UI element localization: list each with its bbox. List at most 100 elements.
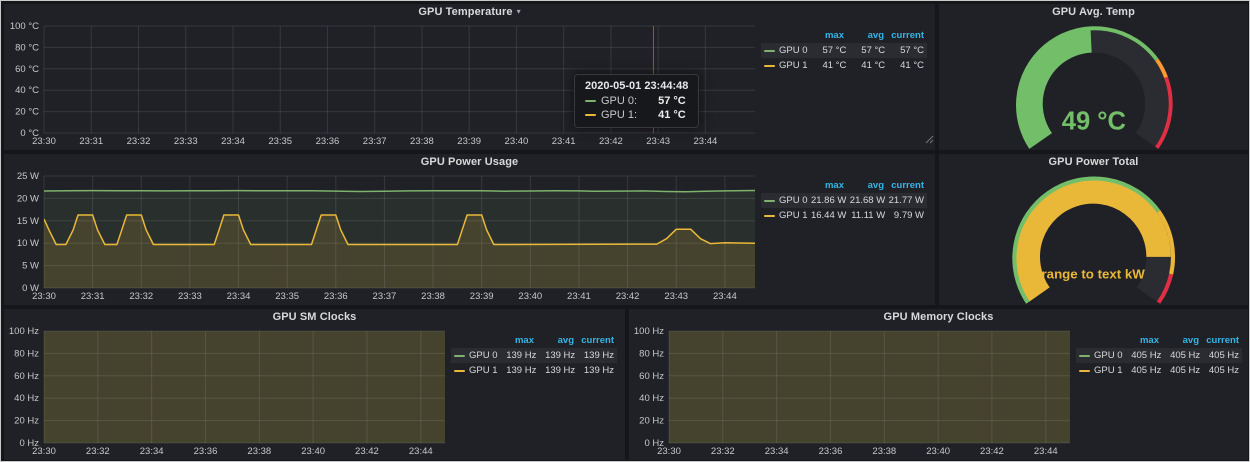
legend-series-toggle[interactable]: GPU 0 bbox=[764, 195, 808, 206]
legend-value: 405 Hz bbox=[1123, 350, 1162, 361]
series-color-dash-icon bbox=[764, 200, 775, 202]
svg-text:10 W: 10 W bbox=[17, 238, 39, 249]
legend-value: 139 Hz bbox=[498, 350, 537, 361]
series-color-dash-icon bbox=[764, 215, 775, 217]
panel-gpu-sm-clocks: GPU SM Clocks 0 Hz20 Hz40 Hz60 Hz80 Hz10… bbox=[4, 309, 625, 460]
svg-text:23:37: 23:37 bbox=[363, 136, 387, 147]
series-color-dash-icon bbox=[764, 65, 775, 67]
tooltip-series-value: 57 °C bbox=[658, 95, 686, 107]
svg-text:23:35: 23:35 bbox=[275, 291, 299, 302]
legend-sort-header-max[interactable]: max bbox=[804, 180, 844, 191]
svg-text:80 Hz: 80 Hz bbox=[639, 348, 664, 359]
panel-gpu-avg-temp: GPU Avg. Temp 49 °C bbox=[939, 4, 1248, 150]
gpu-power-usage-chart[interactable]: 0 W5 W10 W15 W20 W25 W23:3023:3123:3223:… bbox=[6, 171, 761, 304]
chevron-down-icon: ▾ bbox=[517, 8, 521, 16]
legend-sort-header-current[interactable]: current bbox=[884, 30, 924, 41]
legend-sort-header-avg[interactable]: avg bbox=[844, 180, 884, 191]
legend-value: 139 Hz bbox=[536, 350, 575, 361]
legend-value: 9.79 W bbox=[885, 210, 924, 221]
gpu-sm-clocks-legend: maxavgcurrentGPU 0139 Hz139 Hz139 HzGPU … bbox=[451, 325, 619, 460]
svg-text:23:35: 23:35 bbox=[268, 136, 292, 147]
legend-value: 16.44 W bbox=[808, 210, 847, 221]
svg-text:100 Hz: 100 Hz bbox=[634, 326, 664, 337]
svg-text:23:34: 23:34 bbox=[227, 291, 251, 302]
legend-sort-header-current[interactable]: current bbox=[884, 180, 924, 191]
legend-sort-header-max[interactable]: max bbox=[804, 30, 844, 41]
svg-text:23:39: 23:39 bbox=[457, 136, 481, 147]
tooltip-series-value: 41 °C bbox=[658, 109, 686, 121]
legend-header-row: maxavgcurrent bbox=[451, 333, 617, 348]
legend-header-row: maxavgcurrent bbox=[1076, 333, 1242, 348]
svg-text:23:38: 23:38 bbox=[421, 291, 445, 302]
svg-text:23:30: 23:30 bbox=[32, 446, 56, 457]
svg-text:23:44: 23:44 bbox=[409, 446, 433, 457]
legend-sort-header-avg[interactable]: avg bbox=[844, 30, 884, 41]
panel-title-text: GPU Power Total bbox=[1049, 156, 1139, 168]
legend-value: 405 Hz bbox=[1123, 365, 1162, 376]
legend-series-toggle[interactable]: GPU 1 bbox=[1079, 365, 1123, 376]
svg-text:23:32: 23:32 bbox=[127, 136, 151, 147]
legend-value: 57 °C bbox=[846, 45, 885, 56]
legend-series-toggle[interactable]: GPU 0 bbox=[764, 45, 808, 56]
panel-title-gpu-memory-clocks[interactable]: GPU Memory Clocks bbox=[629, 309, 1248, 325]
svg-text:20 °C: 20 °C bbox=[15, 107, 39, 118]
legend-value: 21.86 W bbox=[808, 195, 847, 206]
legend-series-toggle[interactable]: GPU 0 bbox=[1079, 350, 1123, 361]
series-color-dash-icon bbox=[585, 114, 596, 116]
svg-text:23:31: 23:31 bbox=[81, 291, 105, 302]
svg-text:23:38: 23:38 bbox=[872, 446, 896, 457]
panel-title-text: GPU Avg. Temp bbox=[1052, 6, 1135, 18]
gpu-temperature-legend: maxavgcurrentGPU 057 °C57 °C57 °CGPU 141… bbox=[761, 20, 929, 150]
panel-title-text: GPU SM Clocks bbox=[273, 311, 357, 323]
panel-gpu-temperature: GPU Temperature ▾ 0 °C20 °C40 °C60 °C80 … bbox=[4, 4, 935, 150]
svg-text:23:32: 23:32 bbox=[86, 446, 110, 457]
svg-text:23:36: 23:36 bbox=[819, 446, 843, 457]
svg-text:23:36: 23:36 bbox=[324, 291, 348, 302]
panel-gpu-power-usage: GPU Power Usage 0 W5 W10 W15 W20 W25 W23… bbox=[4, 154, 935, 305]
legend-row-gpu-1: GPU 1139 Hz139 Hz139 Hz bbox=[451, 363, 617, 378]
svg-text:80 °C: 80 °C bbox=[15, 42, 39, 53]
legend-sort-header-current[interactable]: current bbox=[574, 335, 614, 346]
legend-value: 41 °C bbox=[846, 60, 885, 71]
legend-series-toggle[interactable]: GPU 1 bbox=[764, 60, 808, 71]
svg-text:23:44: 23:44 bbox=[694, 136, 718, 147]
tooltip-timestamp: 2020-05-01 23:44:48 bbox=[585, 80, 688, 92]
panel-title-gpu-temperature[interactable]: GPU Temperature ▾ bbox=[4, 4, 935, 20]
legend-series-toggle[interactable]: GPU 1 bbox=[764, 210, 808, 221]
svg-text:23:30: 23:30 bbox=[32, 291, 56, 302]
legend-sort-header-avg[interactable]: avg bbox=[1159, 335, 1199, 346]
gpu-sm-clocks-chart[interactable]: 0 Hz20 Hz40 Hz60 Hz80 Hz100 Hz23:3023:32… bbox=[6, 326, 451, 459]
svg-text:23:33: 23:33 bbox=[178, 291, 202, 302]
legend-sort-header-max[interactable]: max bbox=[1119, 335, 1159, 346]
panel-title-gpu-power-usage[interactable]: GPU Power Usage bbox=[4, 154, 935, 170]
legend-series-toggle[interactable]: GPU 0 bbox=[454, 350, 498, 361]
legend-value: 405 Hz bbox=[1200, 365, 1239, 376]
chart-tooltip: 2020-05-01 23:44:48 GPU 0: 57 °C GPU 1: … bbox=[574, 74, 699, 128]
legend-value: 139 Hz bbox=[498, 365, 537, 376]
series-color-dash-icon bbox=[1079, 355, 1090, 357]
legend-series-toggle[interactable]: GPU 1 bbox=[454, 365, 498, 376]
svg-text:23:32: 23:32 bbox=[711, 446, 735, 457]
gpu-avg-temp-gauge: 49 °C bbox=[956, 21, 1232, 151]
legend-row-gpu-0: GPU 057 °C57 °C57 °C bbox=[761, 43, 927, 58]
gpu-memory-clocks-legend: maxavgcurrentGPU 0405 Hz405 Hz405 HzGPU … bbox=[1076, 325, 1244, 460]
svg-text:100 °C: 100 °C bbox=[10, 21, 39, 32]
series-color-dash-icon bbox=[1079, 370, 1090, 372]
panel-title-gpu-power-total[interactable]: GPU Power Total bbox=[939, 154, 1248, 170]
panel-title-gpu-avg-temp[interactable]: GPU Avg. Temp bbox=[939, 4, 1248, 20]
panel-title-gpu-sm-clocks[interactable]: GPU SM Clocks bbox=[4, 309, 625, 325]
svg-text:20 Hz: 20 Hz bbox=[639, 416, 664, 427]
legend-row-gpu-1: GPU 1405 Hz405 Hz405 Hz bbox=[1076, 363, 1242, 378]
legend-sort-header-max[interactable]: max bbox=[494, 335, 534, 346]
legend-value: 41 °C bbox=[885, 60, 924, 71]
panel-gpu-power-total: GPU Power Total range to text kW bbox=[939, 154, 1248, 305]
panel-resize-handle[interactable] bbox=[925, 131, 934, 149]
legend-sort-header-avg[interactable]: avg bbox=[534, 335, 574, 346]
legend-value: 405 Hz bbox=[1200, 350, 1239, 361]
svg-text:60 Hz: 60 Hz bbox=[14, 371, 39, 382]
svg-text:23:41: 23:41 bbox=[552, 136, 576, 147]
legend-sort-header-current[interactable]: current bbox=[1199, 335, 1239, 346]
gpu-memory-clocks-chart[interactable]: 0 Hz20 Hz40 Hz60 Hz80 Hz100 Hz23:3023:32… bbox=[631, 326, 1076, 459]
panel-title-text: GPU Power Usage bbox=[421, 156, 518, 168]
panel-title-text: GPU Memory Clocks bbox=[884, 311, 994, 323]
